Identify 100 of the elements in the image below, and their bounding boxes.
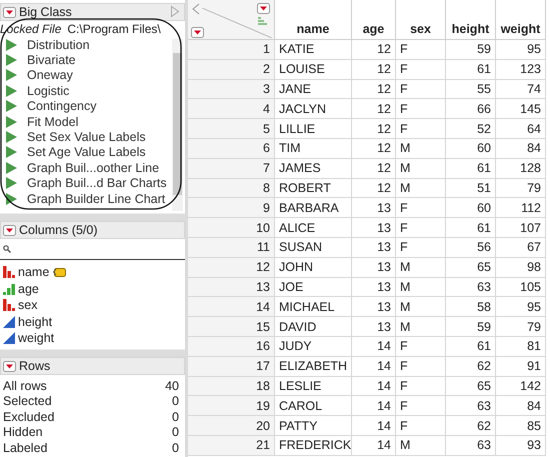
row-number: 19: [188, 396, 275, 416]
row-number: 20: [188, 416, 275, 436]
table-cell: 12: [352, 138, 396, 159]
table-cell: 91: [496, 356, 546, 377]
sort-icon: [258, 17, 268, 27]
script-item[interactable]: Graph Buil...oother Line: [0, 160, 171, 176]
row-number: 8: [188, 178, 275, 198]
table-cell: KATIE: [275, 40, 352, 60]
play-icon: [6, 192, 17, 205]
stat-value: 0: [172, 425, 179, 440]
table-cell: ALICE: [275, 218, 352, 238]
table-cell: F: [396, 218, 446, 238]
table-cell: M: [396, 278, 446, 298]
table-cell: 13: [352, 218, 396, 238]
table-cell: 12: [352, 178, 396, 198]
column-item[interactable]: height: [0, 314, 185, 330]
script-item[interactable]: Graph Builder Line Chart: [0, 190, 171, 206]
column-item[interactable]: name: [0, 264, 185, 280]
script-item[interactable]: Graph Buil...d Bar Charts: [0, 176, 171, 191]
table-cell: 107: [496, 218, 546, 238]
table-cell: 14: [352, 336, 396, 357]
table-cell: 58: [446, 297, 496, 318]
play-icon: [6, 38, 17, 51]
table-cell: 13: [352, 297, 396, 318]
columns-menu-icon[interactable]: [257, 3, 270, 14]
disclosure-icon[interactable]: [3, 224, 16, 236]
table-cell: 56: [446, 238, 496, 258]
row-number: 4: [188, 99, 275, 120]
table-cell: 145: [496, 99, 546, 120]
script-item[interactable]: Distribution: [0, 37, 171, 52]
play-icon: [6, 146, 17, 158]
script-item[interactable]: Bivariate: [0, 52, 171, 68]
table-cell: 65: [446, 376, 496, 396]
diagonal-line: [202, 8, 272, 38]
row-number: 3: [188, 80, 275, 100]
column-item[interactable]: weight: [0, 330, 185, 346]
table-cell: 65: [446, 258, 496, 278]
row-number: 21: [188, 436, 275, 456]
table-cell: 123: [496, 60, 546, 80]
table-cell: LILLIE: [275, 119, 352, 139]
column-header[interactable]: weight: [496, 0, 546, 40]
nominal-icon: [3, 266, 15, 278]
panel-title: Big Class: [19, 5, 72, 19]
scrollbar[interactable]: [172, 39, 183, 211]
table-cell: F: [396, 238, 446, 258]
table-cell: ROBERT: [275, 178, 352, 198]
row-number: 7: [188, 158, 275, 179]
table-cell: CAROL: [275, 396, 352, 416]
table-cell: 95: [496, 297, 546, 318]
play-icon: [6, 69, 17, 82]
stat-label: Hidden: [3, 425, 43, 440]
table-cell: 14: [352, 416, 396, 436]
table-cell: 61: [446, 158, 496, 179]
table-cell: JACLYN: [275, 99, 352, 120]
script-item[interactable]: Set Age Value Labels: [0, 144, 171, 160]
table-cell: M: [396, 158, 446, 179]
script-item[interactable]: Logistic: [0, 83, 171, 99]
script-item[interactable]: Set Sex Value Labels: [0, 129, 171, 145]
table-cell: SUSAN: [275, 238, 352, 258]
column-item[interactable]: sex: [0, 297, 185, 314]
column-item[interactable]: age: [0, 280, 185, 297]
table-cell: F: [396, 119, 446, 139]
column-header[interactable]: sex: [396, 0, 446, 40]
script-item[interactable]: Oneway: [0, 68, 171, 84]
table-cell: JUDY: [275, 336, 352, 357]
table-cell: 79: [496, 317, 546, 337]
nominal-icon: [3, 299, 15, 312]
stat-value: 0: [172, 440, 179, 455]
disclosure-icon[interactable]: [3, 6, 16, 18]
column-header[interactable]: age: [352, 0, 396, 40]
table-cell: 13: [352, 278, 396, 298]
column-header[interactable]: height: [446, 0, 496, 40]
disclosure-icon[interactable]: [3, 360, 16, 372]
stat-value: 40: [165, 378, 179, 393]
panel-title: Columns (5/0): [19, 223, 98, 237]
table-cell: 14: [352, 356, 396, 377]
table-cell: F: [396, 60, 446, 80]
table-cell: 59: [446, 40, 496, 60]
table-cell: 63: [446, 436, 496, 456]
table-cell: JANE: [275, 80, 352, 100]
table-cell: 12: [352, 158, 396, 179]
table-cell: 51: [446, 178, 496, 198]
table-cell: F: [396, 40, 446, 60]
table-cell: F: [396, 198, 446, 218]
row-number: 11: [188, 238, 275, 258]
row-number: 18: [188, 376, 275, 396]
table-cell: 61: [446, 336, 496, 357]
table-cell: M: [396, 317, 446, 337]
table-cell: 12: [352, 60, 396, 80]
table-cell: 60: [446, 138, 496, 159]
table-cell: 79: [496, 178, 546, 198]
table-cell: M: [396, 178, 446, 198]
rows-menu-icon[interactable]: [191, 27, 204, 38]
table-cell: JOE: [275, 278, 352, 298]
row-number: 5: [188, 119, 275, 139]
script-item[interactable]: Contingency: [0, 98, 171, 114]
panel-title: Rows: [19, 359, 50, 373]
column-header[interactable]: name: [275, 0, 352, 40]
script-item[interactable]: Fit Model: [0, 114, 171, 130]
table-cell: 60: [446, 198, 496, 218]
